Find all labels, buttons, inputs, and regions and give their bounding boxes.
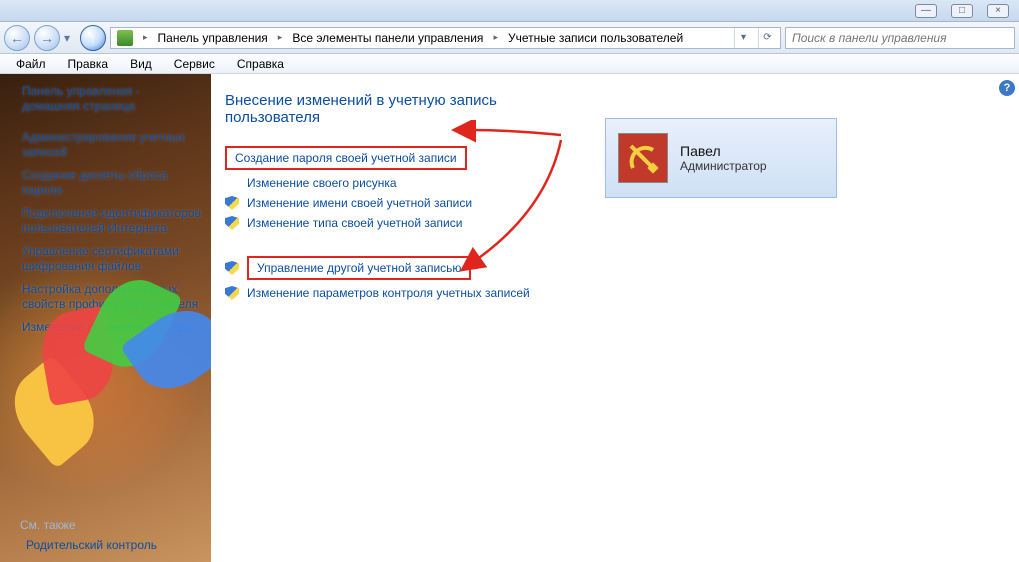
page-title: Внесение изменений в учетную запись поль… (225, 92, 565, 126)
action-link-label: Изменение своего рисунка (247, 176, 397, 190)
user-card-column: Павел Администратор (605, 92, 837, 552)
breadcrumb-sep: ▸ (274, 32, 287, 43)
main-area: Панель управления - домашняя страница Ад… (0, 74, 1019, 562)
forward-button[interactable]: → (34, 25, 60, 51)
sidebar-parental-controls[interactable]: Родительский контроль (20, 538, 157, 552)
hammer-sickle-icon (623, 138, 663, 178)
action-group-2: Управление другой учетной записью Измене… (225, 256, 565, 300)
menu-help[interactable]: Справка (227, 55, 294, 73)
action-link-label: Изменение имени своей учетной записи (247, 196, 472, 210)
breadcrumb[interactable]: Все элементы панели управления (292, 31, 483, 45)
shield-icon (225, 196, 239, 210)
refresh-button[interactable]: ⟳ (758, 28, 776, 48)
control-panel-icon (117, 30, 133, 46)
sidebar-item-certs[interactable]: Управление сертификатами шифрования файл… (22, 244, 203, 274)
address-bar[interactable]: ▸ Панель управления ▸ Все элементы панел… (110, 27, 781, 49)
user-name: Павел (680, 143, 767, 159)
menu-file[interactable]: Файл (6, 55, 56, 73)
action-change-uac[interactable]: Изменение параметров контроля учетных за… (225, 286, 565, 300)
minimize-button[interactable]: — (915, 4, 937, 18)
action-change-picture[interactable]: Изменение своего рисунка (225, 176, 565, 190)
shield-icon (225, 216, 239, 230)
history-dropdown[interactable]: ▾ (64, 31, 76, 45)
up-button[interactable]: ↑ (80, 25, 106, 51)
sidebar-footer-link-label: Родительский контроль (26, 538, 157, 552)
sidebar-footer-header: См. также (20, 518, 157, 532)
red-highlight-box: Создание пароля своей учетной записи (225, 146, 467, 170)
menu-service[interactable]: Сервис (164, 55, 225, 73)
action-link-label: Создание пароля своей учетной записи (235, 151, 457, 165)
red-highlight-box: Управление другой учетной записью (247, 256, 471, 280)
sidebar: Панель управления - домашняя страница Ад… (0, 74, 211, 562)
sidebar-item-admin[interactable]: Администрирование учетных записей (22, 130, 203, 160)
sidebar-footer: См. также Родительский контроль (20, 518, 157, 552)
action-manage-other[interactable]: Управление другой учетной записью (225, 256, 565, 280)
sidebar-item-profile[interactable]: Настройка дополнительных свойств профиля… (22, 282, 203, 312)
sidebar-item-env[interactable]: Изменение переменных среды (22, 320, 203, 335)
action-change-name[interactable]: Изменение имени своей учетной записи (225, 196, 565, 210)
breadcrumb[interactable]: Учетные записи пользователей (508, 31, 683, 45)
background-window-titlebar: — □ × (0, 0, 1019, 22)
sidebar-item-online-id[interactable]: Подключение идентификаторов пользователе… (22, 206, 203, 236)
help-icon[interactable]: ? (999, 80, 1015, 96)
back-button[interactable]: ← (4, 25, 30, 51)
shield-icon (225, 261, 239, 275)
user-role: Администратор (680, 159, 767, 173)
avatar (618, 133, 668, 183)
action-change-type[interactable]: Изменение типа своей учетной записи (225, 216, 565, 230)
menu-edit[interactable]: Правка (58, 55, 119, 73)
menu-view[interactable]: Вид (120, 55, 162, 73)
action-link-label: Изменение типа своей учетной записи (247, 216, 462, 230)
close-button[interactable]: × (987, 4, 1009, 18)
sidebar-item-home[interactable]: Панель управления - домашняя страница (22, 84, 203, 114)
breadcrumb-sep: ▸ (489, 32, 502, 43)
actions-column: Внесение изменений в учетную запись поль… (225, 92, 565, 552)
breadcrumb-sep: ▸ (139, 32, 152, 43)
navigation-toolbar: ← → ▾ ↑ ▸ Панель управления ▸ Все элемен… (0, 22, 1019, 54)
shield-icon (225, 286, 239, 300)
address-dropdown[interactable]: ▾ (734, 28, 752, 48)
user-card: Павел Администратор (605, 118, 837, 198)
action-group-1: Создание пароля своей учетной записи Изм… (225, 146, 565, 230)
action-link-label: Управление другой учетной записью (257, 261, 461, 275)
content-pane: ? Внесение изменений в учетную запись по… (211, 74, 1019, 562)
user-meta: Павел Администратор (680, 143, 767, 173)
search-box[interactable] (785, 27, 1015, 49)
action-link-label: Изменение параметров контроля учетных за… (247, 286, 530, 300)
breadcrumb[interactable]: Панель управления (158, 31, 268, 45)
action-create-password[interactable]: Создание пароля своей учетной записи (225, 146, 565, 170)
search-input[interactable] (792, 31, 1008, 45)
sidebar-item-reset-disk[interactable]: Создание дискеты сброса пароля (22, 168, 203, 198)
maximize-button[interactable]: □ (951, 4, 973, 18)
windows-flag-decoration (40, 284, 160, 484)
menu-bar: Файл Правка Вид Сервис Справка (0, 54, 1019, 74)
